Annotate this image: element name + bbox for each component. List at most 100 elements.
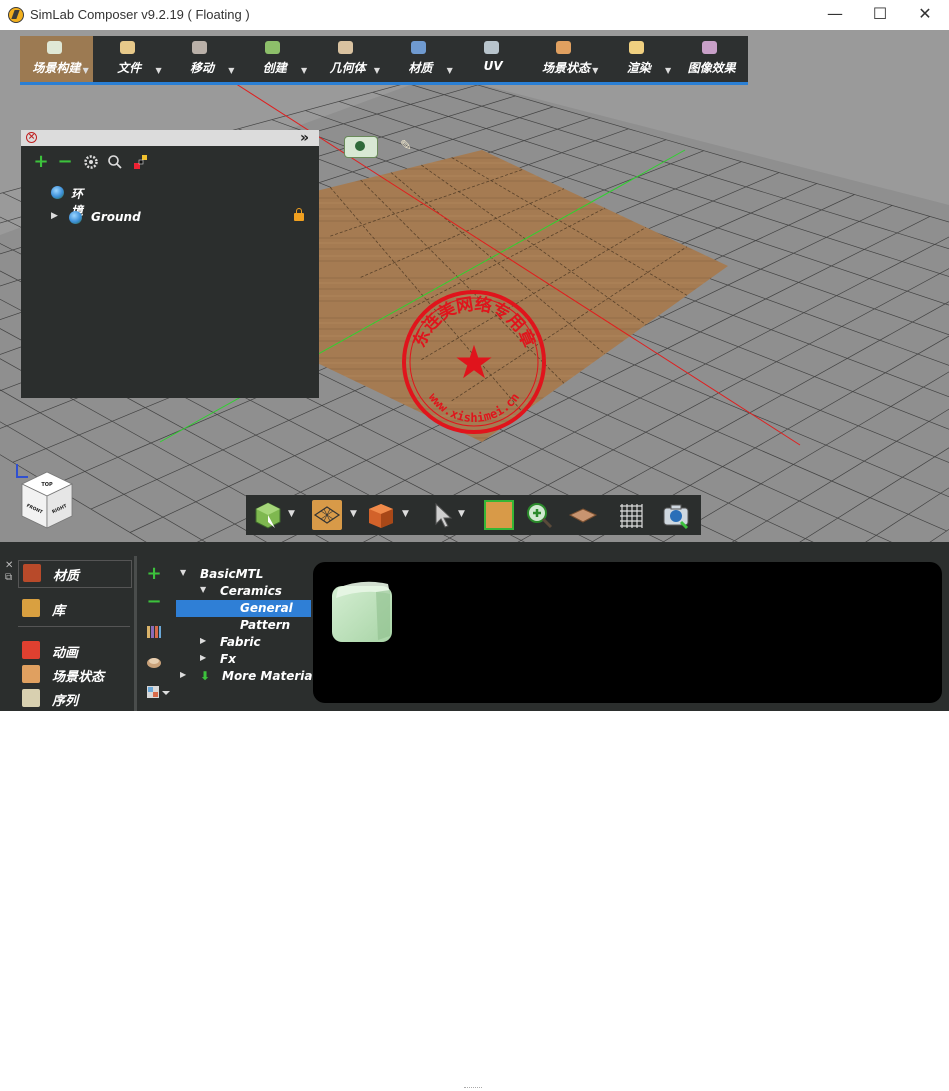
double-chevron-right-icon[interactable]: » — [300, 130, 309, 146]
menu-tab-label: 图像效果 — [687, 61, 736, 75]
dock-tab-divider — [18, 626, 130, 627]
dock-tab-list: 材质库动画场景状态 序列 — [18, 556, 132, 710]
material-tree-label: Ceramics — [220, 584, 282, 598]
expand-arrow-icon[interactable]: ▶ — [51, 211, 58, 221]
dock-separator — [134, 556, 137, 711]
stamp-bottom-text: www.xishimei.cn — [426, 390, 522, 425]
chevron-down-icon[interactable]: ▼ — [228, 66, 234, 75]
camera-icon[interactable] — [344, 136, 378, 158]
material-tree-item[interactable]: ▼ Ceramics — [176, 583, 311, 600]
material-tree-item[interactable]: ▶ Fx — [176, 651, 311, 668]
dock-splitter[interactable] — [0, 542, 949, 1088]
menu-tab-0[interactable]: 场景构建 ▼ — [20, 36, 93, 82]
grid-toggle-icon[interactable] — [616, 500, 646, 530]
menu-tab-2[interactable]: 移动 ▼ — [166, 36, 239, 82]
environment-globe-icon — [51, 186, 64, 199]
chevron-down-icon[interactable]: ▼ — [592, 66, 598, 75]
material-tree-item[interactable]: ▶ Fabric — [176, 634, 311, 651]
add-button[interactable]: + — [33, 153, 49, 171]
scene-panel-header[interactable]: × — [21, 130, 319, 146]
ground-globe-icon — [69, 211, 82, 224]
material-tree-label: More Materials — [222, 669, 324, 683]
remove-material-button[interactable]: − — [146, 593, 162, 611]
menu-tab-9[interactable]: 图像效果 — [675, 36, 748, 82]
light-icon[interactable]: ✎ — [400, 138, 414, 154]
screenshot-camera-icon[interactable] — [661, 500, 691, 530]
expand-arrow-icon[interactable]: ▶ — [180, 670, 186, 679]
view-mode-icon[interactable] — [146, 684, 170, 700]
remove-button[interactable]: − — [57, 153, 73, 171]
plane-select-icon[interactable] — [312, 500, 342, 530]
download-icon: ⬇ — [200, 669, 211, 683]
splitter-grip-icon[interactable] — [464, 1087, 482, 1091]
library-books-icon[interactable] — [146, 624, 162, 640]
dock-tab-3[interactable]: 场景状态 — [18, 662, 130, 686]
dock-tab-label: 材质 — [53, 569, 80, 584]
view-cube[interactable]: TOP FRONT RIGHT — [20, 470, 74, 532]
select-object-icon[interactable] — [253, 500, 283, 530]
dock-close-icon[interactable]: ✕ — [5, 560, 13, 571]
material-tree-item[interactable]: ▶ ⬇ More Materials — [176, 668, 324, 685]
chevron-down-icon[interactable]: ▼ — [83, 66, 89, 75]
collapse-arrow-icon[interactable]: ▼ — [180, 568, 186, 577]
chevron-down-icon[interactable]: ▼ — [402, 509, 409, 519]
material-tree-item[interactable]: ▼ BasicMTL — [176, 566, 311, 583]
menu-tab-1[interactable]: 文件 ▼ — [93, 36, 166, 82]
chevron-down-icon[interactable]: ▼ — [374, 66, 380, 75]
search-icon[interactable] — [107, 154, 123, 170]
move-icon — [192, 41, 208, 54]
material-tree-item[interactable]: Pattern — [176, 617, 311, 634]
add-material-button[interactable]: + — [146, 565, 162, 583]
minimize-button[interactable]: — — [812, 0, 858, 30]
expand-arrow-icon[interactable]: ▶ — [200, 653, 206, 662]
sphere-material-icon[interactable] — [146, 654, 162, 670]
sequence-icon — [22, 689, 40, 707]
pointer-icon[interactable] — [428, 500, 458, 530]
material-tab-icon — [23, 564, 41, 582]
close-window-button[interactable]: ✕ — [902, 0, 948, 30]
maximize-button[interactable]: ☐ — [857, 0, 903, 30]
chevron-down-icon[interactable]: ▼ — [350, 509, 357, 519]
dock-float-icon[interactable]: ⧉ — [5, 572, 12, 583]
material-icon — [410, 41, 426, 54]
expand-arrow-icon[interactable]: ▶ — [200, 636, 206, 645]
ground-plane-icon[interactable] — [568, 500, 598, 530]
settings-gear-icon[interactable] — [83, 154, 99, 170]
chevron-down-icon[interactable]: ▼ — [447, 66, 453, 75]
menu-tab-8[interactable]: 渲染 ▼ — [602, 36, 675, 82]
dock-tab-4[interactable]: 序列 — [18, 686, 130, 710]
menu-tab-3[interactable]: 创建 ▼ — [238, 36, 311, 82]
viewport-toolbar: ▼ ▼ ▼ ▼ — [246, 495, 701, 535]
viewcube-top-label: TOP — [41, 482, 53, 488]
chevron-down-icon[interactable]: ▼ — [288, 509, 295, 519]
tree-item-ground[interactable]: ▶ Ground — [51, 210, 291, 230]
svg-text:www.xishimei.cn: www.xishimei.cn — [426, 390, 522, 425]
menu-tab-5[interactable]: 材质 ▼ — [384, 36, 457, 82]
filter-icon[interactable] — [133, 154, 149, 170]
main-toolbar: 场景构建 ▼ 文件 ▼ 移动 ▼ 创建 ▼ 几何体 ▼ 材质 ▼ UV 场景状态 ▼ 渲染 ▼ 图像效果 — [20, 36, 748, 85]
dock-tab-2[interactable]: 动画 — [18, 638, 130, 662]
dock-tab-0[interactable]: 材质 — [18, 560, 132, 588]
geometry-icon — [338, 41, 354, 54]
close-panel-icon[interactable]: × — [26, 132, 37, 143]
material-tree-item[interactable]: General — [176, 600, 311, 617]
chevron-down-icon[interactable]: ▼ — [665, 66, 671, 75]
menu-tab-4[interactable]: 几何体 ▼ — [311, 36, 384, 82]
box-icon[interactable] — [366, 500, 396, 530]
animation-icon — [22, 641, 40, 659]
chevron-down-icon[interactable]: ▼ — [155, 66, 161, 75]
chevron-down-icon[interactable]: ▼ — [301, 66, 307, 75]
material-tree-label: BasicMTL — [200, 567, 264, 581]
material-preview-area[interactable] — [313, 562, 942, 703]
dock-tab-1[interactable]: 库 — [18, 596, 130, 620]
zoom-fit-icon[interactable] — [524, 500, 554, 530]
watermark-stamp: 东连美网络专用章 ★ www.xishimei.cn — [402, 290, 546, 434]
material-cube-thumbnail[interactable] — [328, 578, 396, 644]
collapse-arrow-icon[interactable]: ▼ — [200, 585, 206, 594]
lock-icon[interactable] — [294, 208, 304, 221]
menu-tab-6[interactable]: UV — [457, 36, 530, 82]
fit-selection-icon[interactable] — [484, 500, 514, 530]
chevron-down-icon[interactable]: ▼ — [458, 509, 465, 519]
dock-tab-label: 场景状态 — [52, 670, 105, 685]
menu-tab-7[interactable]: 场景状态 ▼ — [530, 36, 603, 82]
